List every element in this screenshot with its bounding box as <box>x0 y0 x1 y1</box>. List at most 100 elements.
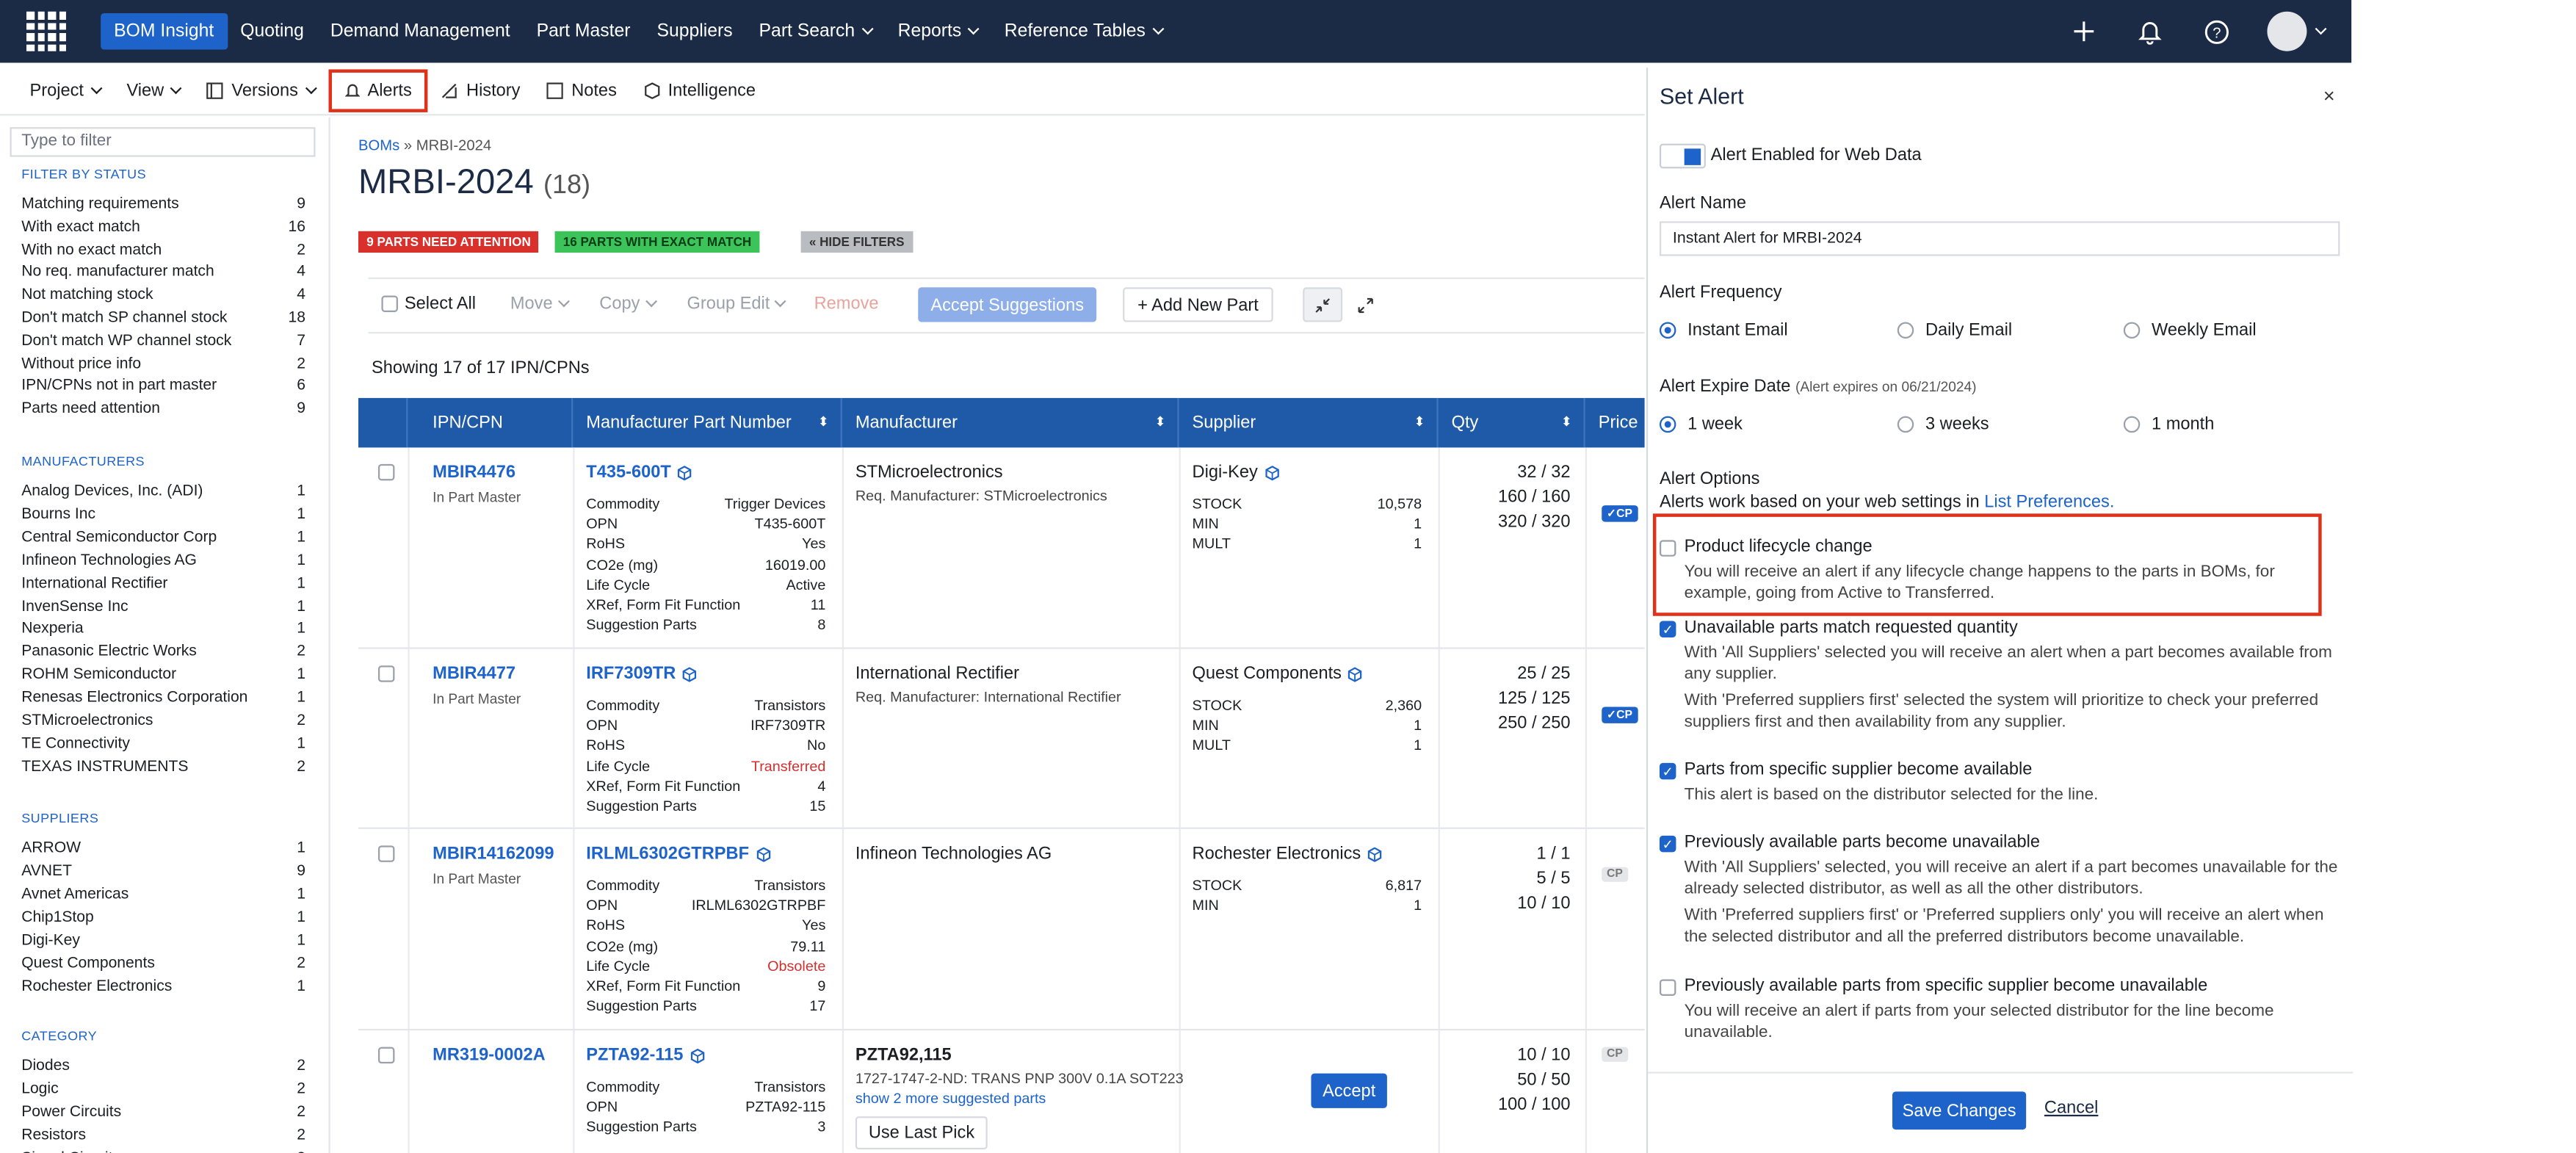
status-filter-item[interactable]: No req. manufacturer match 4 <box>21 261 305 280</box>
hide-filters-tag[interactable]: « Hide filters <box>800 231 913 253</box>
nav-reference-tables[interactable]: Reference Tables <box>991 13 1176 49</box>
supplier-filter-item[interactable]: AVNET 9 <box>21 861 305 879</box>
status-filter-item[interactable]: With no exact match 2 <box>21 239 305 257</box>
close-icon[interactable]: × <box>2323 84 2335 107</box>
nav-part-master[interactable]: Part Master <box>524 13 644 49</box>
mpn-link[interactable]: PZTA92-115 <box>586 1045 704 1065</box>
mpn-text[interactable]: IRF7309TR <box>586 664 676 684</box>
freq-instant-radio[interactable]: Instant Email <box>1659 320 1788 340</box>
category-filter-item[interactable]: Power Circuits 2 <box>21 1102 305 1120</box>
breadcrumb-boms-link[interactable]: BOMs <box>358 137 399 153</box>
remove-button[interactable]: Remove <box>814 294 879 314</box>
supplier-name[interactable]: Rochester Electronics <box>1193 844 1383 864</box>
copy-menu[interactable]: Copy <box>599 294 656 314</box>
supplier-filter-item[interactable]: Rochester Electronics 1 <box>21 976 305 994</box>
status-filter-item[interactable]: With exact match 16 <box>21 216 305 234</box>
expand-rows-icon[interactable] <box>1346 287 1386 322</box>
ipn-link[interactable]: MR319-0002A <box>433 1045 546 1065</box>
row-checkbox[interactable] <box>377 665 395 682</box>
manufacturer-filter-item[interactable]: Central Semiconductor Corp 1 <box>21 527 305 545</box>
status-filter-item[interactable]: IPN/CPNs not in part master 6 <box>21 375 305 394</box>
manufacturer-filter-item[interactable]: TEXAS INSTRUMENTS 2 <box>21 756 305 774</box>
list-preferences-link[interactable]: List Preferences. <box>1984 492 2114 512</box>
add-new-part-button[interactable]: + Add New Part <box>1123 287 1273 322</box>
cube-icon[interactable] <box>690 1047 704 1063</box>
supplier-filter-item[interactable]: Chip1Stop 1 <box>21 907 305 925</box>
filter-input[interactable]: Type to filter <box>10 127 316 157</box>
mpn-text[interactable]: T435-600T <box>586 463 671 482</box>
sort-icon[interactable]: ⬍ <box>1414 414 1425 429</box>
freq-daily-radio[interactable]: Daily Email <box>1897 320 2012 340</box>
category-filter-item[interactable]: Diodes 2 <box>21 1055 305 1074</box>
plus-icon[interactable] <box>2069 16 2099 46</box>
alert-enabled-toggle[interactable] <box>1659 143 1706 169</box>
status-filter-item[interactable]: Not matching stock 4 <box>21 284 305 303</box>
header-supplier[interactable]: Supplier ⬍ <box>1179 397 1439 448</box>
mpn-text[interactable]: PZTA92-115 <box>586 1045 683 1065</box>
alert-option-checkbox[interactable]: ✓ <box>1659 835 1676 853</box>
row-checkbox[interactable] <box>377 845 395 862</box>
header-price[interactable]: Price <box>1585 398 1645 447</box>
sort-icon[interactable]: ⬍ <box>1155 414 1166 429</box>
mpn-text[interactable]: IRLML6302GTRPBF <box>586 844 749 864</box>
alert-option-checkbox[interactable]: ✓ <box>1659 762 1676 780</box>
nav-demand-management[interactable]: Demand Management <box>317 13 524 49</box>
expire-3-weeks-radio[interactable]: 3 weeks <box>1897 414 1989 434</box>
supplier-filter-item[interactable]: Digi-Key 1 <box>21 930 305 948</box>
supplier-name[interactable]: Quest Components <box>1193 664 1364 684</box>
cube-icon[interactable] <box>1367 846 1382 861</box>
manufacturer-filter-item[interactable]: InvenSense Inc 1 <box>21 596 305 614</box>
alert-option-checkbox[interactable] <box>1659 540 1676 557</box>
nav-part-search[interactable]: Part Search <box>746 13 885 49</box>
cube-icon[interactable] <box>1265 465 1279 480</box>
accept-button[interactable]: Accept <box>1311 1073 1387 1108</box>
nav-quoting[interactable]: Quoting <box>227 13 317 49</box>
header-manufacturer[interactable]: Manufacturer ⬍ <box>842 397 1179 448</box>
status-filter-item[interactable]: Don't match WP channel stock 7 <box>21 330 305 348</box>
accept-suggestions-button[interactable]: Accept Suggestions <box>918 287 1097 322</box>
cube-icon[interactable] <box>756 846 770 861</box>
notes-button[interactable]: Notes <box>533 69 629 112</box>
supplier-filter-item[interactable]: Avnet Americas 1 <box>21 883 305 902</box>
mpn-link[interactable]: IRF7309TR <box>586 664 697 684</box>
supplier-filter-item[interactable]: Quest Components 2 <box>21 953 305 971</box>
ipn-link[interactable]: MBIR14162099 <box>433 844 554 864</box>
sort-icon[interactable]: ⬍ <box>818 414 829 429</box>
history-button[interactable]: History <box>428 69 533 112</box>
header-mpn[interactable]: Manufacturer Part Number ⬍ <box>573 397 842 448</box>
status-filter-item[interactable]: Matching requirements 9 <box>21 193 305 212</box>
parts-need-attention-tag[interactable]: 9 parts need attention <box>358 231 540 253</box>
status-filter-item[interactable]: Don't match SP channel stock 18 <box>21 307 305 325</box>
row-checkbox[interactable] <box>377 463 395 481</box>
manufacturer-filter-item[interactable]: TE Connectivity 1 <box>21 733 305 751</box>
alert-name-input[interactable]: Instant Alert for MRBI-2024 <box>1659 221 2340 256</box>
cube-icon[interactable] <box>678 465 692 480</box>
category-filter-item[interactable]: Resistors 2 <box>21 1124 305 1143</box>
manufacturer-filter-item[interactable]: Infineon Technologies AG 1 <box>21 549 305 568</box>
move-menu[interactable]: Move <box>510 294 570 314</box>
manufacturer-filter-item[interactable]: International Rectifier 1 <box>21 572 305 590</box>
expire-1-week-radio[interactable]: 1 week <box>1659 414 1743 434</box>
view-menu[interactable]: View <box>113 69 193 112</box>
supplier-text[interactable]: Rochester Electronics <box>1193 844 1361 864</box>
versions-menu[interactable]: Versions <box>194 69 328 112</box>
use-last-pick-button[interactable]: Use Last Pick <box>855 1116 988 1150</box>
freq-weekly-radio[interactable]: Weekly Email <box>2123 320 2257 340</box>
nav-bom-insight[interactable]: BOM Insight <box>101 12 228 50</box>
ipn-link[interactable]: MBIR4477 <box>433 664 515 684</box>
save-changes-button[interactable]: Save Changes <box>1892 1091 2027 1130</box>
intelligence-button[interactable]: Intelligence <box>630 69 769 112</box>
cancel-link[interactable]: Cancel <box>2044 1098 2099 1118</box>
collapse-rows-icon[interactable] <box>1303 287 1343 322</box>
help-icon[interactable]: ? <box>2201 16 2231 46</box>
alert-option-checkbox[interactable]: ✓ <box>1659 621 1676 637</box>
select-all[interactable]: Select All <box>381 294 476 314</box>
supplier-text[interactable]: Quest Components <box>1193 664 1342 684</box>
cube-icon[interactable] <box>1348 666 1363 682</box>
manufacturer-filter-item[interactable]: Bourns Inc 1 <box>21 504 305 522</box>
category-filter-item[interactable]: Signal Circuits 2 <box>21 1148 305 1153</box>
ipn-link[interactable]: MBIR4476 <box>433 463 515 482</box>
bell-icon[interactable] <box>2135 16 2165 46</box>
mpn-link[interactable]: IRLML6302GTRPBF <box>586 844 770 864</box>
user-menu[interactable] <box>2267 11 2327 51</box>
